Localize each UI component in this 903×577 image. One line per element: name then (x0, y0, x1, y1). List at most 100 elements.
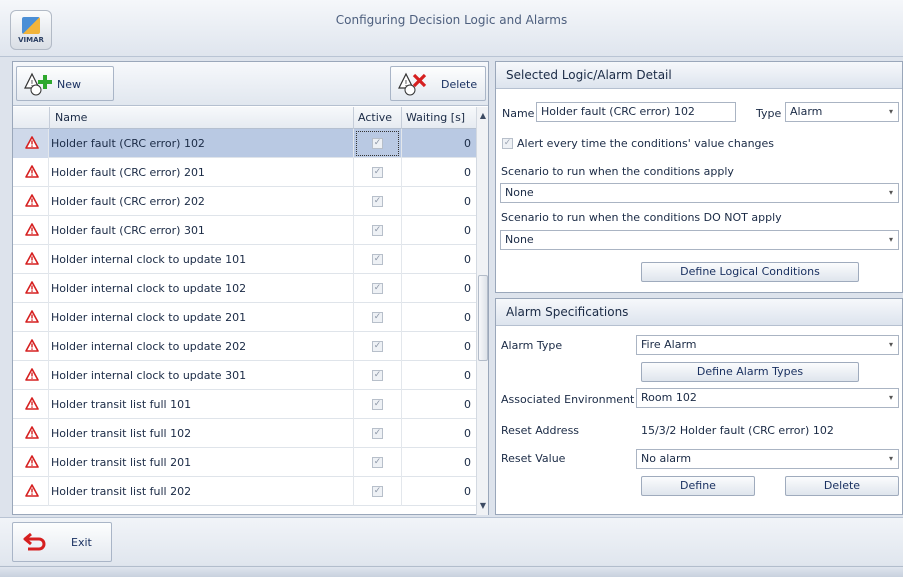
table-row[interactable]: Holder transit list full 202 ✓ 0 (13, 477, 476, 506)
row-waiting[interactable]: 0 (401, 419, 476, 448)
row-name[interactable]: Holder transit list full 201 (51, 448, 351, 477)
active-checkbox[interactable]: ✓ (372, 486, 383, 497)
row-waiting[interactable]: 0 (401, 303, 476, 332)
row-header[interactable] (13, 129, 49, 158)
delete-reset-button[interactable]: Delete (785, 476, 899, 496)
table-row[interactable]: Holder transit list full 102 ✓ 0 (13, 419, 476, 448)
table-row[interactable]: Holder transit list full 101 ✓ 0 (13, 390, 476, 419)
table-row[interactable]: Holder internal clock to update 301 ✓ 0 (13, 361, 476, 390)
scrollbar-thumb[interactable] (478, 275, 488, 361)
row-waiting[interactable]: 0 (401, 274, 476, 303)
row-header[interactable] (13, 274, 49, 303)
scenario-not-apply-select[interactable]: None (500, 230, 899, 250)
active-checkbox[interactable]: ✓ (372, 428, 383, 439)
scroll-up-arrow-icon[interactable]: ▲ (478, 111, 488, 123)
table-row[interactable]: Holder internal clock to update 202 ✓ 0 (13, 332, 476, 361)
row-waiting[interactable]: 0 (401, 129, 476, 158)
alarm-type-select[interactable]: Fire Alarm (636, 335, 899, 355)
scroll-down-arrow-icon[interactable]: ▼ (478, 501, 488, 513)
active-checkbox[interactable]: ✓ (372, 370, 383, 381)
row-header[interactable] (13, 332, 49, 361)
row-waiting[interactable]: 0 (401, 245, 476, 274)
row-waiting[interactable]: 0 (401, 448, 476, 477)
scenario-apply-select[interactable]: None (500, 183, 899, 203)
define-reset-button[interactable]: Define (641, 476, 755, 496)
column-header-active[interactable]: Active (353, 107, 401, 129)
table-row[interactable]: Holder internal clock to update 101 ✓ 0 (13, 245, 476, 274)
row-name[interactable]: Holder fault (CRC error) 301 (51, 216, 351, 245)
table-row[interactable]: Holder transit list full 201 ✓ 0 (13, 448, 476, 477)
exit-button[interactable]: Exit (12, 522, 112, 562)
active-checkbox[interactable]: ✓ (372, 196, 383, 207)
row-active-cell[interactable]: ✓ (353, 332, 401, 361)
define-alarm-types-button[interactable]: Define Alarm Types (641, 362, 859, 382)
row-name[interactable]: Holder transit list full 101 (51, 390, 351, 419)
row-waiting[interactable]: 0 (401, 361, 476, 390)
active-checkbox[interactable]: ✓ (372, 254, 383, 265)
row-header[interactable] (13, 187, 49, 216)
active-checkbox[interactable]: ✓ (372, 312, 383, 323)
row-active-cell[interactable]: ✓ (353, 129, 401, 158)
row-header[interactable] (13, 448, 49, 477)
row-waiting[interactable]: 0 (401, 332, 476, 361)
row-waiting[interactable]: 0 (401, 390, 476, 419)
row-name[interactable]: Holder internal clock to update 201 (51, 303, 351, 332)
row-waiting[interactable]: 0 (401, 187, 476, 216)
row-waiting[interactable]: 0 (401, 158, 476, 187)
row-header[interactable] (13, 419, 49, 448)
row-active-cell[interactable]: ✓ (353, 187, 401, 216)
row-name[interactable]: Holder fault (CRC error) 201 (51, 158, 351, 187)
row-active-cell[interactable]: ✓ (353, 390, 401, 419)
row-name[interactable]: Holder fault (CRC error) 102 (51, 129, 351, 158)
row-header[interactable] (13, 303, 49, 332)
row-name[interactable]: Holder transit list full 102 (51, 419, 351, 448)
table-scrollbar[interactable]: ▲ ▼ (476, 107, 488, 515)
table-row[interactable]: Holder fault (CRC error) 202 ✓ 0 (13, 187, 476, 216)
row-name[interactable]: Holder internal clock to update 101 (51, 245, 351, 274)
table-row[interactable]: Holder fault (CRC error) 201 ✓ 0 (13, 158, 476, 187)
delete-button[interactable]: ! Delete (390, 66, 486, 101)
row-waiting[interactable]: 0 (401, 477, 476, 506)
new-button[interactable]: ! New (16, 66, 114, 101)
column-header-waiting[interactable]: Waiting [s] (401, 107, 476, 129)
row-active-cell[interactable]: ✓ (353, 245, 401, 274)
active-checkbox[interactable]: ✓ (372, 399, 383, 410)
row-header[interactable] (13, 216, 49, 245)
table-row[interactable]: Holder internal clock to update 102 ✓ 0 (13, 274, 476, 303)
row-active-cell[interactable]: ✓ (353, 216, 401, 245)
table-row[interactable]: Holder internal clock to update 201 ✓ 0 (13, 303, 476, 332)
row-active-cell[interactable]: ✓ (353, 303, 401, 332)
row-active-cell[interactable]: ✓ (353, 274, 401, 303)
active-checkbox[interactable]: ✓ (372, 283, 383, 294)
row-header[interactable] (13, 477, 49, 506)
type-select[interactable]: Alarm (785, 102, 899, 122)
alert-checkbox[interactable]: ✓ (502, 138, 513, 149)
reset-value-select[interactable]: No alarm (636, 449, 899, 469)
row-name[interactable]: Holder internal clock to update 102 (51, 274, 351, 303)
row-name[interactable]: Holder transit list full 202 (51, 477, 351, 506)
row-header[interactable] (13, 390, 49, 419)
row-name[interactable]: Holder internal clock to update 202 (51, 332, 351, 361)
row-active-cell[interactable]: ✓ (353, 477, 401, 506)
table-row[interactable]: Holder fault (CRC error) 102 ✓ 0 (13, 129, 476, 158)
name-field[interactable]: Holder fault (CRC error) 102 (536, 102, 736, 122)
table-row[interactable]: Holder fault (CRC error) 301 ✓ 0 (13, 216, 476, 245)
column-header-name[interactable]: Name (49, 107, 353, 129)
row-active-cell[interactable]: ✓ (353, 361, 401, 390)
row-name[interactable]: Holder fault (CRC error) 202 (51, 187, 351, 216)
active-checkbox[interactable]: ✓ (372, 167, 383, 178)
active-checkbox[interactable]: ✓ (372, 341, 383, 352)
row-waiting[interactable]: 0 (401, 216, 476, 245)
row-active-cell[interactable]: ✓ (353, 419, 401, 448)
environment-select[interactable]: Room 102 (636, 388, 899, 408)
active-checkbox[interactable]: ✓ (372, 457, 383, 468)
active-checkbox[interactable]: ✓ (372, 225, 383, 236)
row-name[interactable]: Holder internal clock to update 301 (51, 361, 351, 390)
row-header[interactable] (13, 158, 49, 187)
active-checkbox[interactable]: ✓ (372, 138, 383, 149)
row-active-cell[interactable]: ✓ (353, 448, 401, 477)
row-header[interactable] (13, 361, 49, 390)
row-header[interactable] (13, 245, 49, 274)
define-logical-conditions-button[interactable]: Define Logical Conditions (641, 262, 859, 282)
row-active-cell[interactable]: ✓ (353, 158, 401, 187)
